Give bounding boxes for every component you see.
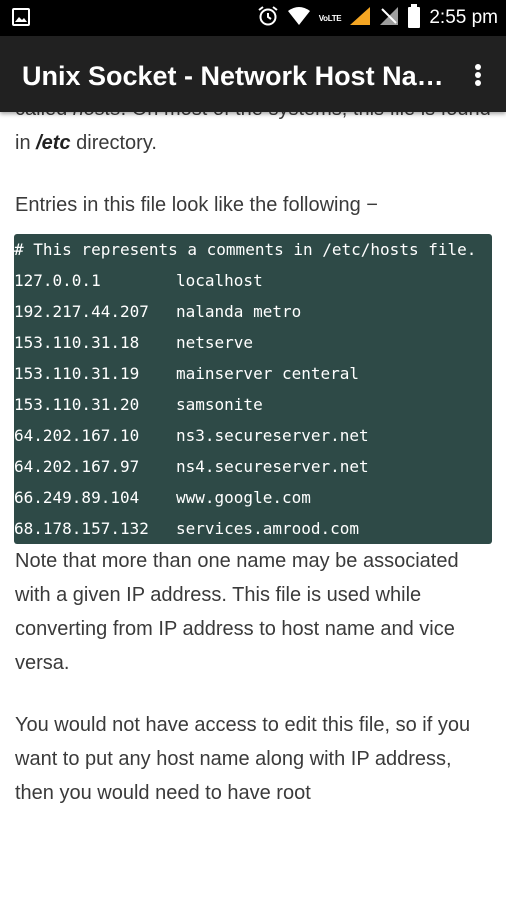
article-content[interactable]: called hosts. On most of the systems, th…	[0, 112, 506, 900]
paragraph-hosts-location: called hosts. On most of the systems, th…	[15, 112, 491, 154]
host-entry: 153.110.31.20 samsonite	[14, 395, 263, 414]
paragraph-note: Note that more than one name may be asso…	[15, 550, 459, 674]
app-bar: Unix Socket - Network Host Na…	[0, 36, 506, 112]
host-entry: 127.0.0.1 localhost	[14, 271, 263, 290]
host-entry: 64.202.167.97 ns4.secureserver.net	[14, 457, 369, 476]
host-entry: 64.202.167.10 ns3.secureserver.net	[14, 426, 369, 445]
hosts-code-block: # This represents a comments in /etc/hos…	[14, 234, 492, 544]
signal-icon	[349, 6, 371, 31]
volte-label: VoLTE	[318, 13, 342, 23]
image-icon	[12, 8, 30, 31]
status-bar: VoLTE 2:55 pm	[0, 0, 506, 36]
code-comment: # This represents a comments in /etc/hos…	[14, 240, 477, 259]
page-title: Unix Socket - Network Host Na…	[22, 61, 442, 91]
host-entry: 68.178.157.132 services.amrood.com	[14, 519, 360, 538]
host-entry: 153.110.31.19 mainserver centeral	[14, 364, 360, 383]
more-options-icon[interactable]	[466, 60, 490, 90]
host-entry: 192.217.44.207 nalanda metro	[14, 302, 302, 321]
clock: 2:55 pm	[429, 7, 498, 28]
paragraph-entries-intro: Entries in this file look like the follo…	[15, 194, 378, 216]
no-sim-icon	[379, 6, 399, 31]
host-entry: 66.249.89.104 www.google.com	[14, 488, 311, 507]
alarm-icon	[257, 5, 279, 32]
paragraph-access: You would not have access to edit this f…	[15, 714, 471, 804]
battery-icon	[407, 3, 421, 33]
wifi-icon	[287, 6, 311, 31]
host-entry: 153.110.31.18 netserve	[14, 333, 254, 352]
